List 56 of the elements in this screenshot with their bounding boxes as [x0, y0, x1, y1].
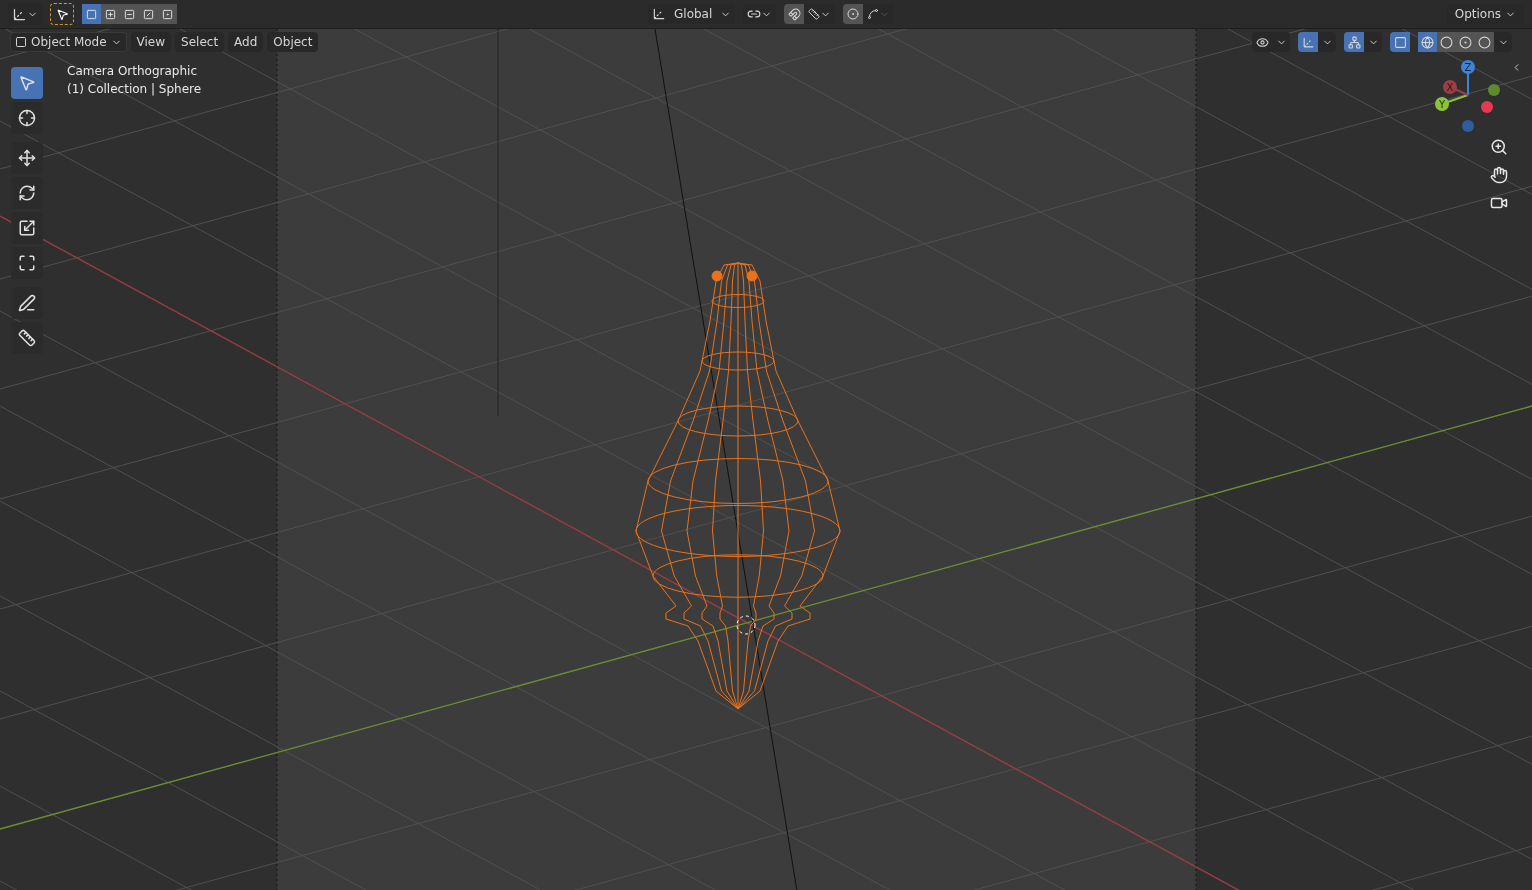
orientation-icon	[652, 7, 666, 21]
zoom-icon[interactable]	[1490, 138, 1508, 156]
pointer-icon	[55, 7, 69, 21]
navigation-gizmo[interactable]: X Y Z	[1427, 58, 1507, 138]
select-mode-icon	[105, 8, 116, 20]
transform-tool-button[interactable]	[11, 247, 43, 279]
measure-tool-button[interactable]	[11, 322, 43, 354]
move-icon	[18, 149, 36, 167]
snap-button[interactable]	[784, 4, 805, 24]
menu-item[interactable]: View	[130, 32, 172, 52]
mode-dropdown[interactable]: Object Mode	[10, 32, 127, 52]
gizmo-icon	[1301, 35, 1315, 49]
select-mode-icon	[124, 8, 135, 20]
move-tool-button[interactable]	[11, 142, 43, 174]
select-mode-icon	[162, 8, 173, 20]
tweak-tool-button[interactable]	[50, 3, 74, 25]
xray-toggle[interactable]	[1390, 32, 1410, 52]
select-mode-icon	[86, 8, 97, 20]
select-mode-button[interactable]	[158, 4, 177, 24]
cursor-icon	[18, 109, 36, 127]
select-icon	[18, 74, 36, 92]
visibility-toggle[interactable]	[1252, 32, 1272, 52]
select-mode-button[interactable]	[101, 4, 120, 24]
scale-icon	[18, 219, 36, 237]
menu-item[interactable]: Object	[267, 32, 319, 52]
wireframe-icon	[1421, 35, 1434, 49]
caret-button[interactable]	[1318, 32, 1336, 52]
overlay-toggle[interactable]	[1344, 32, 1364, 52]
select-mode-icon	[143, 8, 154, 20]
falloff-icon	[867, 8, 880, 20]
rotate-icon	[18, 184, 36, 202]
viewport-info-text: Camera Orthographic	[67, 63, 198, 80]
menu-item[interactable]: Add	[228, 32, 264, 52]
select-mode-button[interactable]	[82, 4, 101, 24]
caret-button[interactable]	[1364, 32, 1382, 52]
gizmo-toggle[interactable]	[1298, 32, 1318, 52]
hand-icon[interactable]	[1490, 166, 1508, 184]
rendered-shading-button[interactable]	[1475, 32, 1494, 52]
solid-shading-button[interactable]	[1437, 32, 1456, 52]
measure-icon	[18, 329, 36, 347]
annotate-icon	[18, 294, 36, 312]
rotate-tool-button[interactable]	[11, 177, 43, 209]
orientation-dropdown[interactable]: Global	[648, 4, 736, 24]
annotate-tool-button[interactable]	[11, 287, 43, 319]
wireframe-shading-button[interactable]	[1418, 32, 1437, 52]
select-tool-button[interactable]	[11, 67, 43, 99]
options-dropdown[interactable]: Options	[1446, 4, 1524, 24]
caret-button[interactable]	[1494, 32, 1512, 52]
menu-item[interactable]: Select	[175, 32, 225, 52]
cursor-tool-button[interactable]	[11, 102, 43, 134]
proportional-edit-button[interactable]	[843, 4, 864, 24]
transform-icon	[18, 254, 36, 272]
magnet-icon	[787, 7, 801, 21]
scale-tool-button[interactable]	[11, 212, 43, 244]
visibility-icon	[1255, 35, 1269, 49]
viewport-info-text: (1) Collection | Sphere	[67, 81, 202, 98]
